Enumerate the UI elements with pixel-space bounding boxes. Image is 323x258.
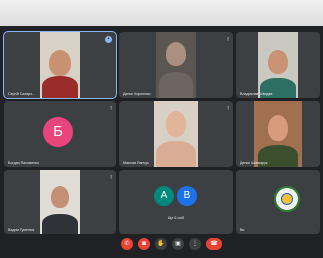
participant-name: Владислав Швидка (240, 92, 273, 96)
participant-tile[interactable]: Ви (236, 170, 320, 234)
participant-tile[interactable]: ⁅ Вадим Гуменюк (4, 170, 116, 234)
avatar-letter: Б (53, 123, 63, 140)
participant-tile[interactable]: • Сергій Сахаро... (3, 31, 117, 99)
avatar: A (154, 186, 174, 206)
mic-off-icon: ⁅ (110, 174, 112, 179)
participant-tile[interactable]: Владислав Швидка (236, 32, 320, 98)
meeting-controls: ✆ ◙ ✋ ▣ ⋮ ☎ (0, 234, 323, 258)
participant-tile[interactable]: Б ⁅ Богдан Пахоменко (4, 101, 116, 167)
pin-icon[interactable]: • (105, 36, 112, 43)
participant-tile[interactable]: ⁅ Максим Панчук (119, 101, 233, 167)
raise-hand-button[interactable]: ✋ (155, 238, 167, 250)
school-emblem-icon (274, 186, 300, 212)
participant-video (254, 101, 302, 167)
participant-video (156, 32, 196, 98)
avatar: B (177, 186, 197, 206)
participant-tile[interactable]: ⁅ Денис Корнієнко (119, 32, 233, 98)
participant-name: Денис Корнієнко (123, 92, 151, 96)
avatar-letter: B (183, 190, 191, 201)
participant-video (258, 32, 298, 98)
participant-name: Ви (240, 228, 245, 232)
participant-video (40, 170, 80, 234)
camera-off-icon: ◙ (142, 241, 146, 247)
end-call-button[interactable]: ☎ (206, 238, 222, 250)
avatar: Б (43, 117, 73, 147)
mic-off-icon: ⁅ (227, 105, 229, 110)
browser-top-bar (0, 0, 323, 26)
participant-name: Максим Панчук (123, 161, 149, 165)
participant-video (40, 32, 80, 98)
more-options-button[interactable]: ⋮ (189, 238, 201, 250)
mic-off-icon: ✆ (124, 241, 130, 247)
mic-off-icon: ⁅ (110, 105, 112, 110)
meeting-stage: • Сергій Сахаро... ⁅ Денис Корнієнко Вла… (0, 26, 323, 258)
participant-video (154, 101, 198, 167)
group-tile[interactable]: A B Ще 6 осіб (119, 170, 233, 234)
participant-name: Денис Шинкарук (240, 161, 268, 165)
group-tile-label: Ще 6 осіб (167, 216, 185, 220)
more-vert-icon: ⋮ (192, 241, 198, 247)
end-call-icon: ☎ (210, 241, 218, 247)
participant-name: Богдан Пахоменко (8, 161, 39, 165)
mic-toggle-button[interactable]: ✆ (121, 238, 133, 250)
mic-off-icon: ⁅ (227, 36, 229, 41)
hand-icon: ✋ (157, 241, 165, 247)
participant-name: Вадим Гуменюк (8, 228, 35, 232)
present-button[interactable]: ▣ (172, 238, 184, 250)
avatar-letter: A (160, 190, 168, 201)
present-icon: ▣ (175, 241, 181, 247)
participant-name: Сергій Сахаро... (8, 92, 36, 96)
camera-toggle-button[interactable]: ◙ (138, 238, 150, 250)
participant-tile[interactable]: Денис Шинкарук (236, 101, 320, 167)
